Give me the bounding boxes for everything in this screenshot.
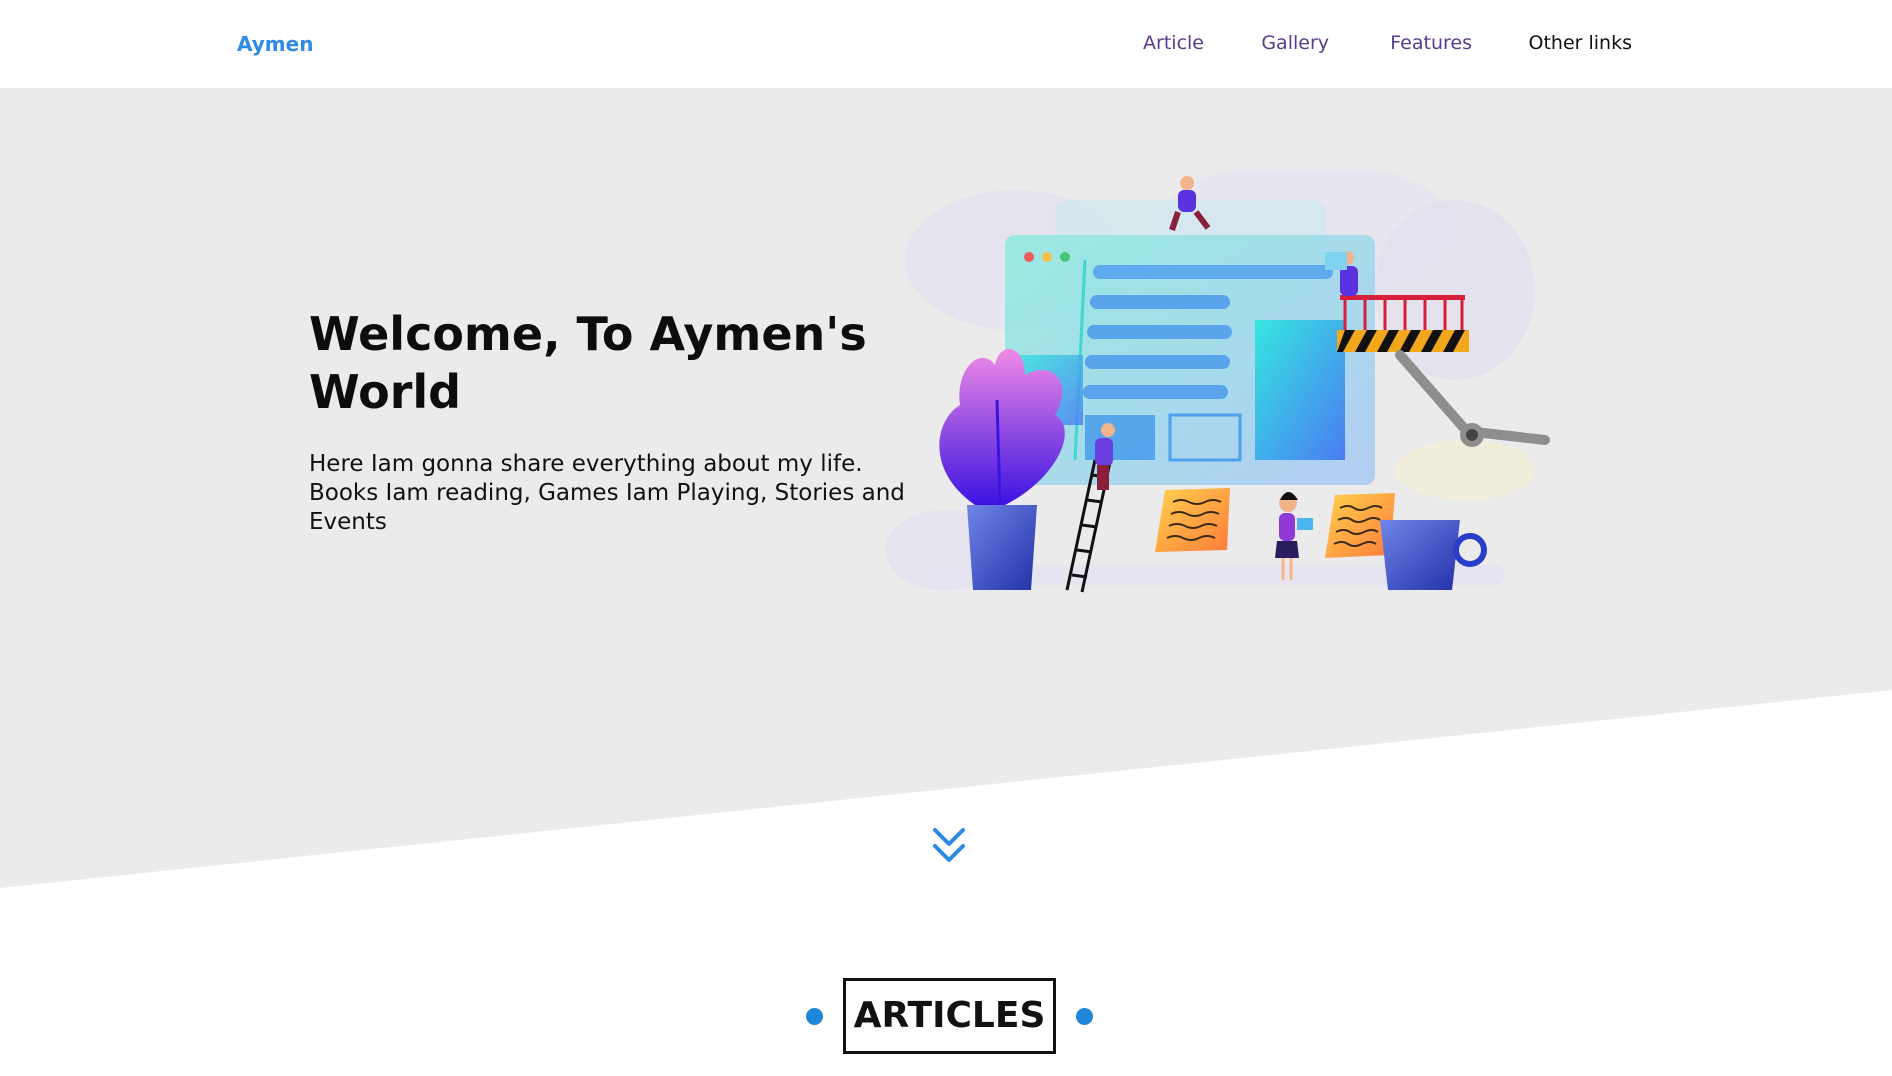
hero-illustration [885,170,1550,593]
logo-link[interactable]: Aymen [237,32,313,56]
hero-title: Welcome, To Aymen's World [309,307,867,419]
nav-link-other-links[interactable]: Other links [1529,32,1633,54]
right-dot-decoration [1076,1008,1093,1025]
nav-link-gallery[interactable]: Gallery [1261,32,1329,54]
articles-heading: ARTICLES [843,978,1056,1054]
double-chevron-down-icon[interactable] [931,826,967,866]
hero-description: Here Iam gonna share everything about my… [309,451,905,535]
site-header: Aymen Article Gallery Features Other lin… [0,0,1892,88]
nav-link-article[interactable]: Article [1143,32,1204,54]
articles-heading-wrap: ARTICLES [0,978,1892,1054]
left-dot-decoration [806,1008,823,1025]
nav-link-features[interactable]: Features [1390,32,1472,54]
